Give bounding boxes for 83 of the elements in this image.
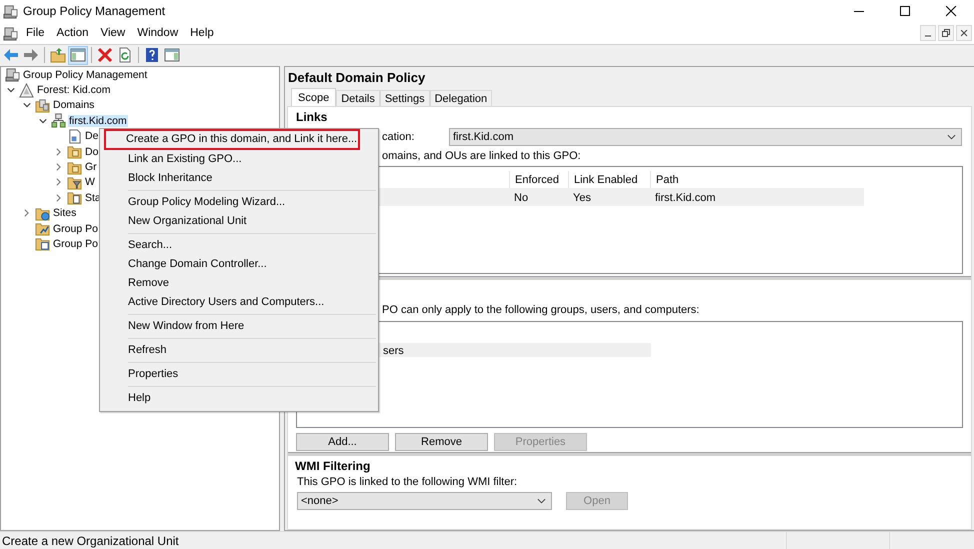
close-icon: [960, 30, 968, 36]
menu-item[interactable]: Remove: [102, 274, 376, 293]
tree-item[interactable]: Do: [84, 146, 100, 158]
section-heading: WMI Filtering: [295, 458, 372, 474]
menu-item[interactable]: Block Inheritance: [102, 169, 376, 188]
building-folder-icon: [35, 98, 50, 113]
triangle-icon: [19, 82, 34, 98]
tree-item[interactable]: W: [84, 176, 96, 188]
close-button[interactable]: [956, 25, 972, 41]
table-cell-text: No: [513, 190, 530, 206]
menu-item[interactable]: Properties: [102, 365, 376, 384]
menu-item[interactable]: Change Domain Controller...: [102, 255, 376, 274]
tab[interactable]: Scope: [291, 88, 336, 106]
document-icon: [67, 128, 82, 144]
up-folder-icon[interactable]: [48, 46, 68, 64]
delete-icon[interactable]: [95, 46, 115, 64]
tree-item[interactable]: Group Policy Management: [22, 68, 148, 81]
collapse-chevron-icon[interactable]: [23, 101, 31, 110]
menu-item[interactable]: Window: [131, 25, 184, 41]
chevron-down-icon: [537, 498, 546, 504]
folder-document-icon: [67, 190, 82, 206]
description-text: omains, and OUs are linked to this GPO:: [381, 149, 582, 164]
tree-pane-icon[interactable]: [68, 46, 88, 64]
tab[interactable]: Settings: [380, 90, 430, 106]
menu-item[interactable]: Help: [102, 389, 376, 408]
folder-icon: [67, 144, 82, 160]
menu-item[interactable]: Help: [184, 25, 220, 41]
action-button[interactable]: Remove: [395, 433, 488, 451]
menu-item[interactable]: Link an Existing GPO...: [102, 150, 376, 169]
restore-button[interactable]: [938, 25, 954, 41]
network-icon: [51, 113, 66, 128]
console-icon: [3, 4, 18, 18]
expand-chevron-icon[interactable]: [56, 163, 61, 172]
collapse-chevron-icon[interactable]: [39, 116, 47, 125]
section-heading: Links: [296, 109, 328, 125]
menu-item[interactable]: View: [94, 25, 132, 41]
report-folder-icon: [35, 236, 50, 252]
column-header[interactable]: Link Enabled: [568, 171, 650, 188]
minimize-button[interactable]: [920, 25, 936, 41]
tree-item[interactable]: Gr: [84, 161, 98, 174]
expand-chevron-icon[interactable]: [56, 178, 61, 186]
menu-item[interactable]: Action: [50, 25, 94, 41]
description-text: This GPO is linked to the following WMI filter:: [297, 475, 518, 490]
menu-item[interactable]: New Organizational Unit: [102, 212, 376, 231]
globe-folder-icon: [35, 206, 50, 221]
tree-item[interactable]: Forest: Kid.com: [36, 84, 112, 96]
field-label: cation:: [382, 130, 416, 142]
close-icon: [946, 6, 956, 16]
details-title: Default Domain Policy: [287, 69, 426, 87]
expand-chevron-icon[interactable]: [24, 209, 29, 218]
console-icon: [3, 26, 18, 40]
console-pane-icon[interactable]: [162, 46, 182, 64]
menu-item[interactable]: Active Directory Users and Computers...: [102, 293, 376, 312]
menu-item[interactable]: Search...: [102, 236, 376, 255]
tree-item[interactable]: first.Kid.com: [68, 114, 128, 127]
status-text: Create a new Organizational Unit: [1, 534, 179, 548]
action-button[interactable]: Add...: [296, 433, 389, 451]
table-cell-text: Yes: [572, 190, 592, 206]
restore-icon: [942, 29, 950, 37]
expand-chevron-icon[interactable]: [56, 194, 61, 202]
tab[interactable]: Details: [336, 90, 380, 106]
wmi-filter-dropdown[interactable]: <none>: [297, 492, 552, 510]
menu-item[interactable]: Create a GPO in this domain, and Link it here...: [104, 129, 360, 150]
tab[interactable]: Delegation: [430, 90, 492, 106]
column-header[interactable]: Enforced: [509, 171, 568, 188]
tree-item[interactable]: Group Po: [52, 238, 99, 250]
folder-icon: [67, 160, 82, 175]
tree-item[interactable]: Group Po: [52, 222, 99, 235]
funnel-folder-icon: [67, 174, 82, 190]
table-cell-text: first.Kid.com: [654, 190, 717, 206]
menu-item[interactable]: File: [20, 25, 51, 41]
chevron-down-icon: [947, 134, 956, 140]
column-header[interactable]: Path: [650, 171, 860, 188]
location-dropdown[interactable]: first.Kid.com: [449, 128, 962, 146]
tree-item[interactable]: De: [84, 130, 100, 142]
expand-chevron-icon[interactable]: [56, 148, 61, 156]
tree-item[interactable]: Domains: [52, 99, 96, 112]
tree-item[interactable]: Sites: [52, 207, 78, 220]
menu-item[interactable]: New Window from Here: [102, 317, 376, 336]
window-title: Group Policy Management: [23, 4, 166, 18]
chart-folder-icon: [35, 221, 50, 236]
collapse-chevron-icon[interactable]: [7, 86, 15, 94]
maximize-icon: [900, 6, 910, 16]
